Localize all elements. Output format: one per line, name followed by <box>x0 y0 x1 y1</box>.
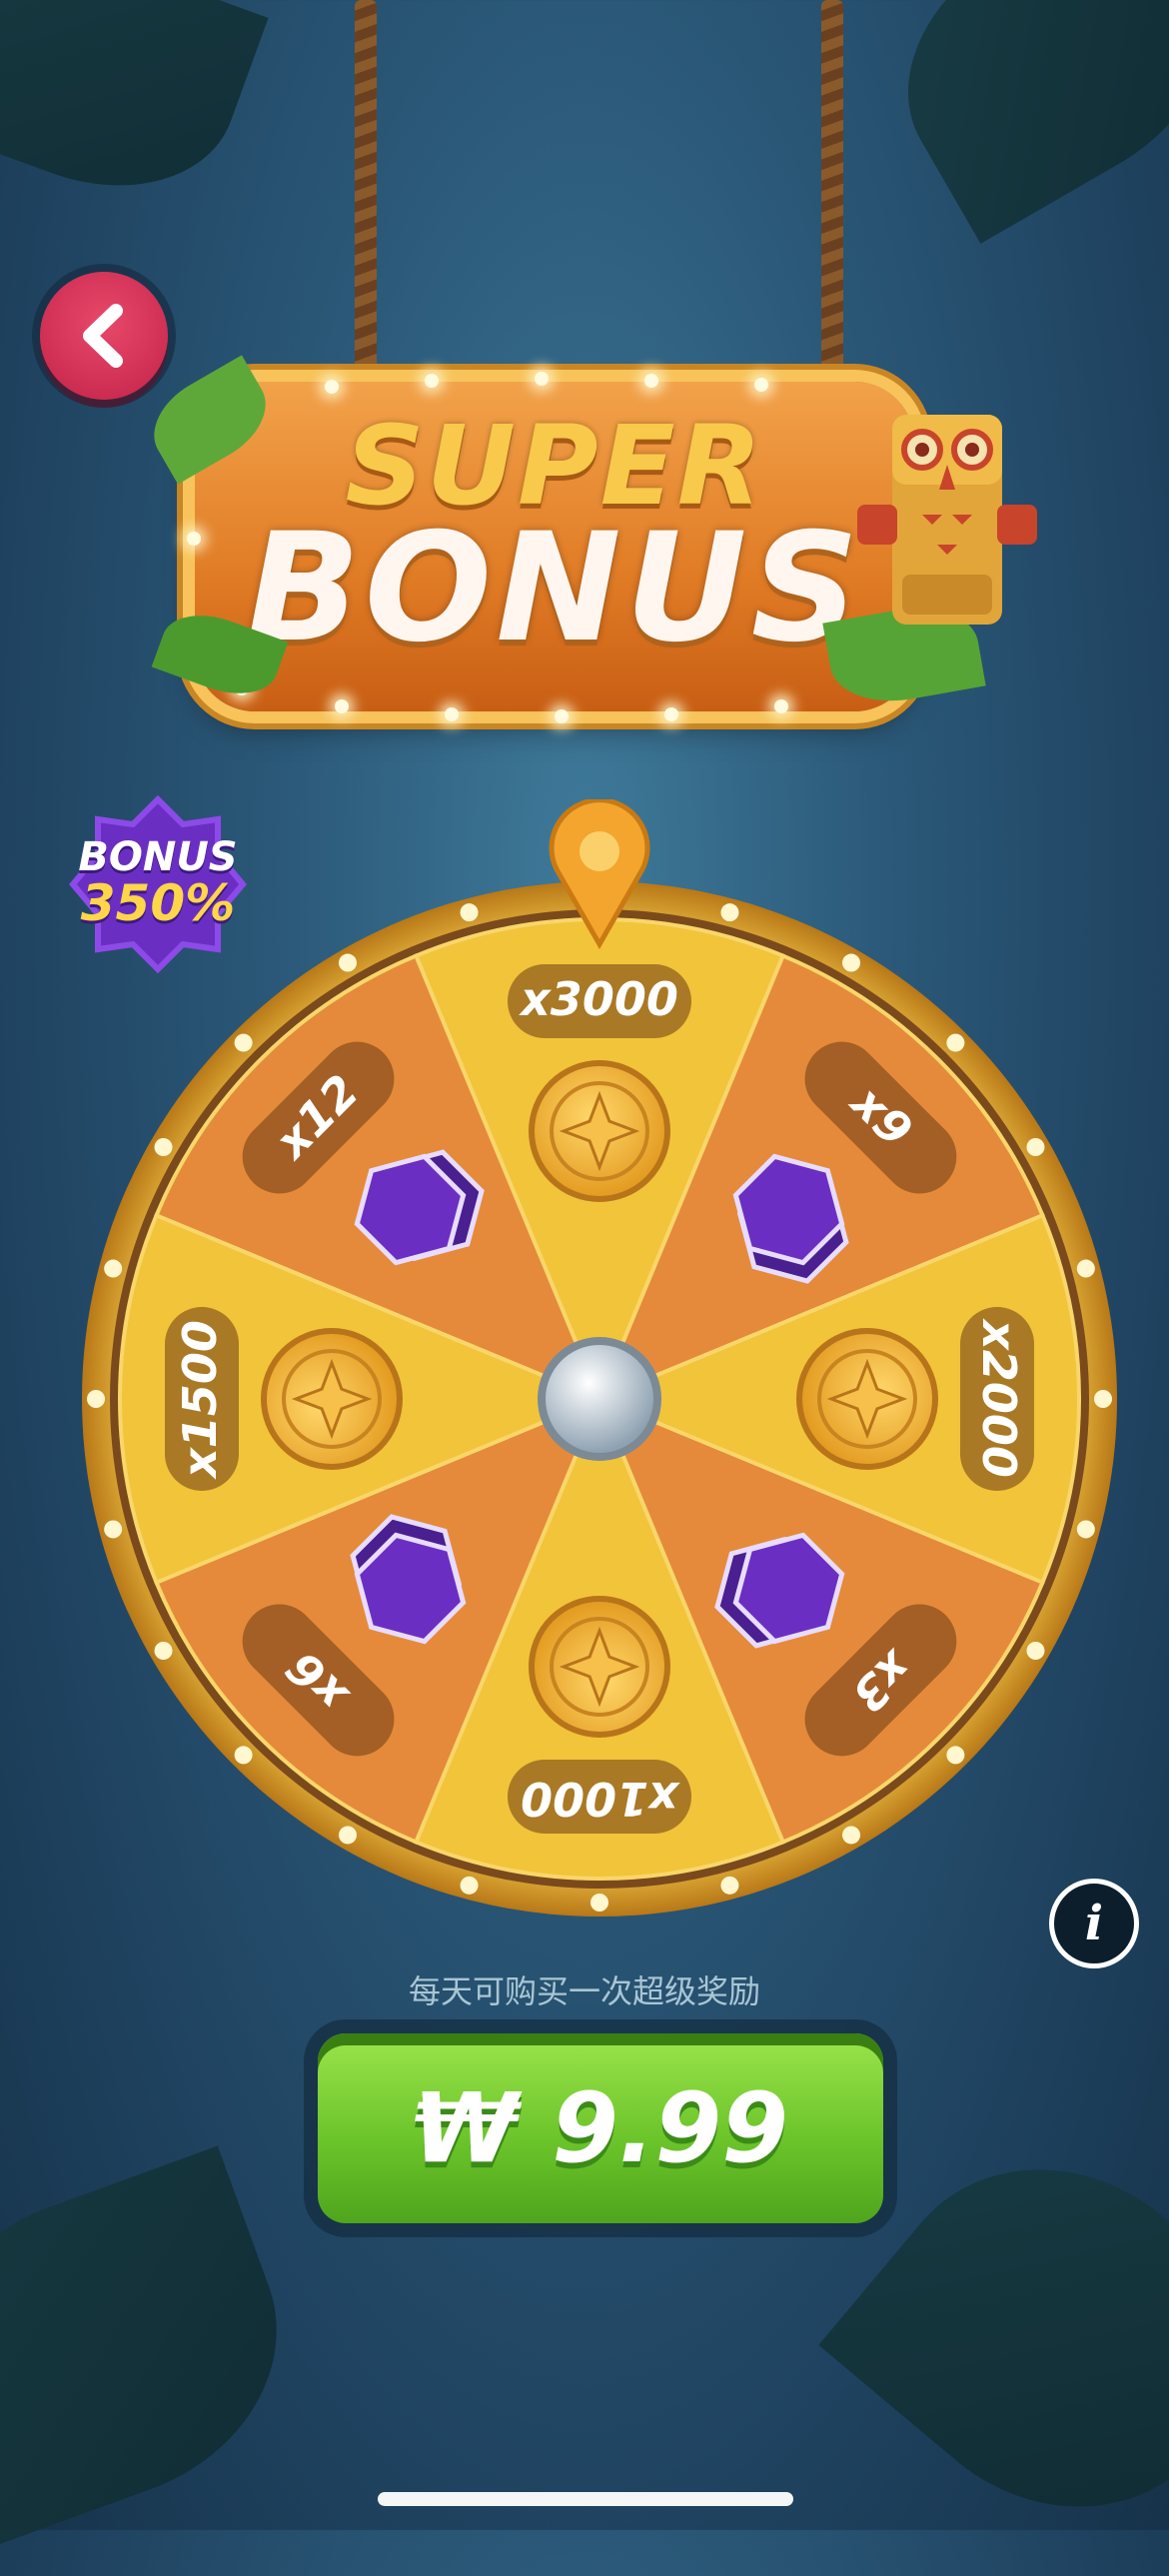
rim-light <box>720 903 739 922</box>
prize-wheel[interactable]: x3000 x9 x2000 x3 x1000 x6 x1500 x12 <box>80 879 1119 1919</box>
daily-purchase-notice: 每天可购买一次超级奖励 <box>408 1972 760 2010</box>
rim-light <box>339 953 357 972</box>
wheel-hub <box>546 1345 653 1453</box>
info-button[interactable]: i <box>1049 1879 1139 1968</box>
buy-price-label: ₩ 9.99 <box>412 2072 789 2184</box>
segment-label: x1500 <box>165 1307 239 1491</box>
rim-light <box>1076 1259 1095 1278</box>
wheel-pointer-icon <box>549 799 650 949</box>
leaf-decoration <box>860 0 1169 244</box>
rope <box>821 0 843 420</box>
leaf-decoration <box>0 0 269 225</box>
rim-light <box>842 1826 860 1845</box>
segment-label-text: x3000 <box>519 972 678 1026</box>
coin-icon <box>796 1328 938 1470</box>
rim-light <box>339 1826 357 1845</box>
totem-icon <box>857 415 1037 625</box>
rim-light <box>460 903 479 922</box>
back-button[interactable] <box>40 272 168 400</box>
segment-label: x3000 <box>508 964 691 1038</box>
segment-label: x2000 <box>960 1307 1034 1491</box>
rim-light <box>1076 1520 1095 1539</box>
chevron-left-icon <box>83 304 123 368</box>
segment-label-text: x1500 <box>173 1320 227 1480</box>
rope <box>355 0 377 420</box>
rim-light <box>720 1876 739 1895</box>
coin-icon <box>529 1596 670 1738</box>
rim-light <box>87 1390 105 1408</box>
rim-light <box>946 1746 965 1765</box>
rim-light <box>1026 1642 1045 1660</box>
rim-light <box>946 1033 965 1052</box>
rim-light <box>154 1138 173 1156</box>
sign-title-bonus: BONUS <box>246 502 863 675</box>
wheel-graphic: x3000x9x2000x3x1000x6x1500x12 <box>82 881 1117 1917</box>
rim-light <box>1026 1138 1045 1156</box>
home-indicator[interactable] <box>378 2492 793 2506</box>
rim-light <box>460 1876 479 1895</box>
segment-label-text: x1000 <box>521 1772 680 1826</box>
rim-light <box>154 1642 173 1660</box>
super-bonus-sign: SUPER BONUS <box>187 372 914 723</box>
rim-light <box>234 1746 253 1765</box>
rim-light <box>1094 1390 1112 1408</box>
leaf-decoration <box>0 2145 321 2551</box>
rim-light <box>842 953 860 972</box>
coin-icon <box>261 1328 403 1470</box>
rim-light <box>104 1259 123 1278</box>
segment-label: x1000 <box>508 1760 691 1834</box>
coin-icon <box>529 1060 670 1202</box>
buy-button[interactable]: ₩ 9.99 <box>318 2033 883 2223</box>
rim-light <box>590 1894 608 1912</box>
segment-label-text: x2000 <box>972 1318 1026 1478</box>
rim-light <box>234 1033 253 1052</box>
rim-light <box>104 1520 123 1539</box>
info-icon: i <box>1084 1896 1104 1951</box>
